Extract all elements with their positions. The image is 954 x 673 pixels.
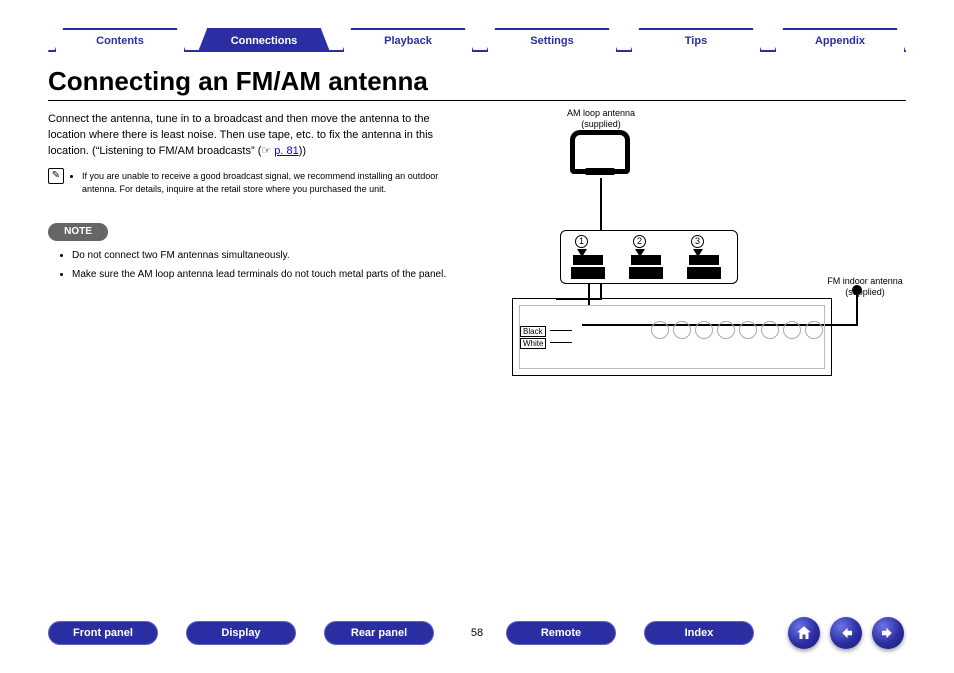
arrow-left-icon bbox=[837, 624, 855, 642]
step-illustration bbox=[569, 251, 607, 281]
tab-connections[interactable]: Connections bbox=[198, 28, 330, 52]
nav-index[interactable]: Index bbox=[644, 621, 754, 645]
note-item: Do not connect two FM antennas simultane… bbox=[72, 248, 458, 263]
tab-settings[interactable]: Settings bbox=[486, 28, 618, 52]
rear-panel-diagram bbox=[512, 298, 832, 376]
tab-appendix[interactable]: Appendix bbox=[774, 28, 906, 52]
step-illustration bbox=[685, 251, 723, 281]
prev-page-button[interactable] bbox=[830, 617, 862, 649]
am-loop-label: AM loop antenna (supplied) bbox=[554, 108, 648, 130]
tab-contents[interactable]: Contents bbox=[54, 28, 186, 52]
nav-remote[interactable]: Remote bbox=[506, 621, 616, 645]
page-title: Connecting an FM/AM antenna bbox=[48, 66, 428, 97]
xref-link[interactable]: p. 81 bbox=[274, 145, 298, 157]
nav-rear-panel[interactable]: Rear panel bbox=[324, 621, 434, 645]
black-terminal-label: Black bbox=[520, 326, 546, 337]
tab-tips[interactable]: Tips bbox=[630, 28, 762, 52]
nav-display[interactable]: Display bbox=[186, 621, 296, 645]
tab-playback[interactable]: Playback bbox=[342, 28, 474, 52]
note-label: NOTE bbox=[48, 223, 108, 241]
steps-callout: 1 2 3 bbox=[560, 230, 738, 284]
intro-text: Connect the antenna, tune in to a broadc… bbox=[48, 113, 433, 157]
pencil-icon: ✎ bbox=[48, 168, 64, 184]
white-leader bbox=[550, 342, 572, 343]
info-item: If you are unable to receive a good broa… bbox=[82, 170, 458, 196]
top-tab-bar: Contents Connections Playback Settings T… bbox=[48, 22, 906, 52]
home-button[interactable] bbox=[788, 617, 820, 649]
am-loop-antenna-icon bbox=[570, 130, 630, 174]
fm-antenna-label: FM indoor antenna (supplied) bbox=[820, 276, 910, 298]
step-badge-3: 3 bbox=[691, 235, 704, 248]
title-underline bbox=[48, 100, 906, 101]
connector-row bbox=[651, 321, 823, 339]
am-loop-label-line1: AM loop antenna bbox=[567, 108, 635, 118]
step-badge-1: 1 bbox=[575, 235, 588, 248]
info-list: If you are unable to receive a good broa… bbox=[70, 170, 458, 196]
home-icon bbox=[795, 624, 813, 642]
intro-tail: )) bbox=[299, 145, 306, 157]
fm-antenna-label-line1: FM indoor antenna bbox=[827, 276, 903, 286]
antenna-diagram: AM loop antenna (supplied) FM indoor ant… bbox=[500, 108, 905, 408]
black-leader bbox=[550, 330, 572, 331]
step-badge-2: 2 bbox=[633, 235, 646, 248]
note-list: Do not connect two FM antennas simultane… bbox=[60, 248, 458, 286]
fm-antenna-icon bbox=[852, 285, 862, 295]
intro-paragraph: Connect the antenna, tune in to a broadc… bbox=[48, 112, 458, 160]
step-illustration bbox=[627, 251, 665, 281]
am-loop-label-line2: (supplied) bbox=[581, 119, 621, 129]
arrow-right-icon bbox=[879, 624, 897, 642]
fm-wire-v bbox=[856, 313, 858, 326]
white-terminal-label: White bbox=[520, 338, 546, 349]
nav-front-panel[interactable]: Front panel bbox=[48, 621, 158, 645]
note-item: Make sure the AM loop antenna lead termi… bbox=[72, 267, 458, 282]
next-page-button[interactable] bbox=[872, 617, 904, 649]
